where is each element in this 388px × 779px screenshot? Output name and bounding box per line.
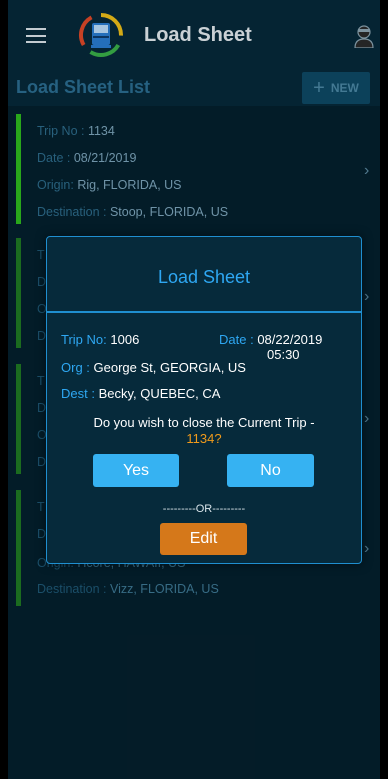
close-trip-dialog: Load Sheet Trip No: 1006 Date : 08/22/20… <box>46 236 362 564</box>
dialog-dest-value: Becky, QUEBEC, CA <box>98 386 221 401</box>
dialog-date-label: Date : <box>219 332 254 347</box>
or-separator: ---------OR--------- <box>162 503 246 515</box>
app-screen: Load Sheet Load Sheet List + NEW Trip No… <box>8 0 380 779</box>
dialog-date-value: 08/22/2019 <box>257 332 323 347</box>
dialog-dest-label: Dest : <box>61 386 95 401</box>
dialog-dest-row: Dest : Becky, QUEBEC, CA <box>61 386 220 401</box>
edit-button[interactable]: Edit <box>160 523 247 555</box>
yes-button[interactable]: Yes <box>93 454 179 487</box>
dialog-trip-row: Trip No: 1006 <box>61 332 139 347</box>
close-trip-question: Do you wish to close the Current Trip - … <box>47 415 361 447</box>
dialog-time-value: 05:30 <box>267 347 300 362</box>
question-text: Do you wish to close the Current Trip - <box>93 415 315 430</box>
dialog-divider <box>47 311 361 313</box>
dialog-title: Load Sheet <box>157 267 251 287</box>
dialog-trip-value: 1006 <box>110 332 140 347</box>
dialog-trip-label: Trip No: <box>61 332 107 347</box>
no-button[interactable]: No <box>227 454 314 487</box>
dialog-org-label: Org : <box>61 360 90 375</box>
dialog-date-block: Date : 08/22/2019 05:30 <box>219 332 322 362</box>
dialog-org-value: George St, GEORGIA, US <box>93 360 246 375</box>
question-trip-no: 1134? <box>186 431 222 446</box>
dialog-org-row: Org : George St, GEORGIA, US <box>61 360 246 375</box>
